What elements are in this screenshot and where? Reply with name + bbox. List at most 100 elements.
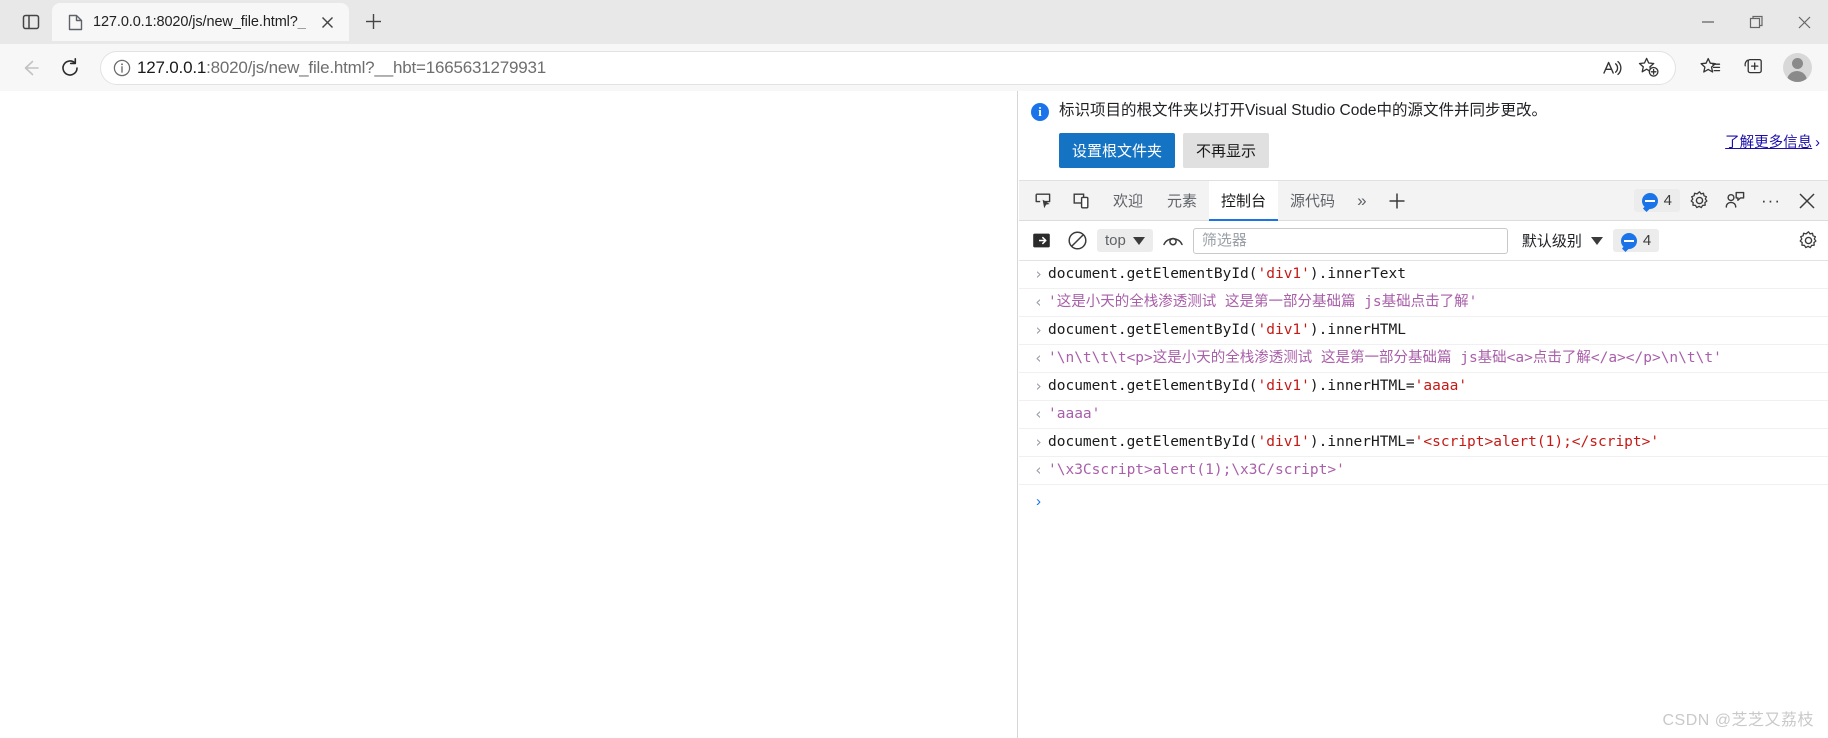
devtools-tab-bar: 欢迎 元素 控制台 源代码 » 4 ··· (1019, 181, 1828, 221)
clear-console-icon[interactable] (1061, 225, 1093, 257)
tab-elements[interactable]: 元素 (1155, 181, 1209, 220)
console-input-row: › document.getElementById('div1').innerT… (1019, 261, 1828, 289)
site-info-icon[interactable] (107, 53, 137, 83)
console-result-text: 'aaaa' (1048, 406, 1101, 422)
address-bar[interactable]: 127.0.0.1:8020/js/new_file.html?__hbt=16… (100, 50, 1676, 85)
console-result-text: '\x3Cscript>alert(1);\x3C/script>' (1048, 462, 1345, 478)
message-bubble-icon (1641, 192, 1658, 209)
more-tabs-icon[interactable]: » (1347, 181, 1376, 220)
tab-sources[interactable]: 源代码 (1278, 181, 1347, 220)
add-panel-icon[interactable] (1377, 181, 1417, 220)
address-bar-url: 127.0.0.1:8020/js/new_file.html?__hbt=16… (137, 57, 547, 77)
title-bar: 127.0.0.1:8020/js/new_file.html?_ (0, 0, 1828, 44)
devtools-panel: i 标识项目的根文件夹以打开Visual Studio Code中的源文件并同步… (1019, 91, 1828, 738)
message-bubble-icon (1620, 232, 1637, 249)
console-toolbar: top 默认级别 4 (1019, 221, 1828, 261)
tab-label: 控制台 (1221, 193, 1267, 210)
console-input-text: document.getElementById('div1').innerTex… (1048, 266, 1406, 282)
console-input-text: document.getElementById('div1').innerHTM… (1048, 322, 1406, 338)
close-devtools-icon[interactable] (1790, 184, 1824, 218)
inspect-element-icon[interactable] (1025, 181, 1063, 220)
tab-strip: 127.0.0.1:8020/js/new_file.html?_ (0, 0, 392, 44)
feedback-icon[interactable] (1718, 184, 1752, 218)
log-level-select[interactable]: 默认级别 (1512, 227, 1609, 254)
set-root-folder-button[interactable]: 设置根文件夹 (1059, 133, 1176, 168)
collections-icon[interactable] (1733, 49, 1773, 87)
devtools-tab-bar-actions: 4 ··· (1633, 181, 1828, 220)
console-result-row: ‹ '这是小天的全栈渗透测试 这是第一部分基础篇 js基础点击了解' (1019, 289, 1828, 317)
device-toolbar-icon[interactable] (1063, 181, 1101, 220)
console-filter-input[interactable] (1192, 227, 1508, 254)
console-result-row: ‹ 'aaaa' (1019, 401, 1828, 429)
chevron-down-icon (1132, 236, 1145, 245)
add-favorite-icon[interactable] (1631, 51, 1665, 85)
console-result-text: '这是小天的全栈渗透测试 这是第一部分基础篇 js基础点击了解' (1048, 294, 1478, 310)
chevron-down-icon (1590, 236, 1603, 245)
new-tab-icon[interactable] (356, 3, 392, 39)
live-expression-icon[interactable] (1157, 225, 1189, 257)
console-toolbar-right (1792, 225, 1824, 257)
input-chevron-icon: › (1033, 265, 1044, 283)
close-window-icon[interactable] (1780, 0, 1828, 44)
restore-icon[interactable] (1732, 0, 1780, 44)
input-chevron-icon: › (1033, 321, 1044, 339)
window-controls (1684, 0, 1828, 44)
console-sidebar-toggle-icon[interactable] (1025, 225, 1057, 257)
address-bar-actions (1595, 51, 1665, 85)
navigation-bar: 127.0.0.1:8020/js/new_file.html?__hbt=16… (0, 44, 1828, 91)
more-options-icon[interactable]: ··· (1754, 184, 1788, 218)
console-input-row: › document.getElementById('div1').innerH… (1019, 317, 1828, 345)
output-chevron-icon: ‹ (1033, 405, 1044, 423)
tab-title: 127.0.0.1:8020/js/new_file.html?_ (93, 14, 306, 30)
tab-label: 元素 (1167, 193, 1198, 210)
back-icon[interactable] (10, 48, 50, 88)
tab-search-icon[interactable] (10, 1, 52, 43)
input-chevron-icon: › (1033, 377, 1044, 395)
reload-icon[interactable] (50, 48, 90, 88)
console-input-row: › document.getElementById('div1').innerH… (1019, 429, 1828, 457)
tab-console[interactable]: 控制台 (1209, 181, 1279, 221)
output-chevron-icon: ‹ (1033, 461, 1044, 479)
browser-tab[interactable]: 127.0.0.1:8020/js/new_file.html?_ (52, 3, 349, 41)
favorites-icon[interactable] (1690, 49, 1730, 87)
tab-welcome[interactable]: 欢迎 (1101, 181, 1155, 220)
console-issues-count: 4 (1642, 232, 1652, 249)
chevron-right-icon: › (1815, 135, 1820, 151)
read-aloud-icon[interactable] (1595, 51, 1629, 85)
execution-context-select[interactable]: top (1097, 229, 1153, 252)
console-result-row: ‹ '\x3Cscript>alert(1);\x3C/script>' (1019, 457, 1828, 485)
close-tab-icon[interactable] (315, 9, 341, 35)
console-prompt-row[interactable]: › (1019, 485, 1828, 514)
console-input-row: › document.getElementById('div1').innerH… (1019, 373, 1828, 401)
infobar-message: 标识项目的根文件夹以打开Visual Studio Code中的源文件并同步更改… (1059, 102, 1548, 119)
issues-count: 4 (1663, 192, 1672, 209)
console-input-text: document.getElementById('div1').innerHTM… (1048, 434, 1660, 450)
console-input-text: document.getElementById('div1').innerHTM… (1048, 378, 1468, 394)
issues-badge[interactable]: 4 (1633, 189, 1680, 212)
log-level-value: 默认级别 (1521, 233, 1582, 250)
tab-label: 源代码 (1290, 193, 1336, 210)
toolbar-actions (1690, 47, 1818, 89)
devtools-infobar: i 标识项目的根文件夹以打开Visual Studio Code中的源文件并同步… (1019, 91, 1828, 181)
minimize-icon[interactable] (1684, 0, 1732, 44)
input-chevron-icon: › (1033, 433, 1044, 451)
browser-window: 127.0.0.1:8020/js/new_file.html?_ 127.0.… (0, 0, 1828, 738)
infobar-buttons: 设置根文件夹 不再显示 (1019, 121, 1828, 168)
settings-gear-icon[interactable] (1682, 184, 1716, 218)
tab-label: 欢迎 (1113, 193, 1144, 210)
console-issues-badge[interactable]: 4 (1612, 229, 1660, 252)
profile-avatar[interactable] (1776, 47, 1818, 89)
console-log-list[interactable]: › document.getElementById('div1').innerT… (1019, 261, 1828, 738)
learn-more-link[interactable]: 了解更多信息 › (1725, 131, 1820, 152)
avatar (1782, 53, 1812, 82)
viewport: i 标识项目的根文件夹以打开Visual Studio Code中的源文件并同步… (0, 91, 1828, 738)
web-page-content (0, 91, 1018, 738)
output-chevron-icon: ‹ (1033, 293, 1044, 311)
dont-show-again-button[interactable]: 不再显示 (1183, 133, 1270, 168)
output-chevron-icon: ‹ (1033, 349, 1044, 367)
console-result-text: '\n\t\t\t<p>这是小天的全栈渗透测试 这是第一部分基础篇 js基础<a… (1048, 350, 1722, 366)
page-icon (66, 13, 84, 31)
console-settings-gear-icon[interactable] (1792, 225, 1824, 257)
info-circle-icon: i (1031, 103, 1049, 121)
console-result-row: ‹ '\n\t\t\t<p>这是小天的全栈渗透测试 这是第一部分基础篇 js基础… (1019, 345, 1828, 373)
